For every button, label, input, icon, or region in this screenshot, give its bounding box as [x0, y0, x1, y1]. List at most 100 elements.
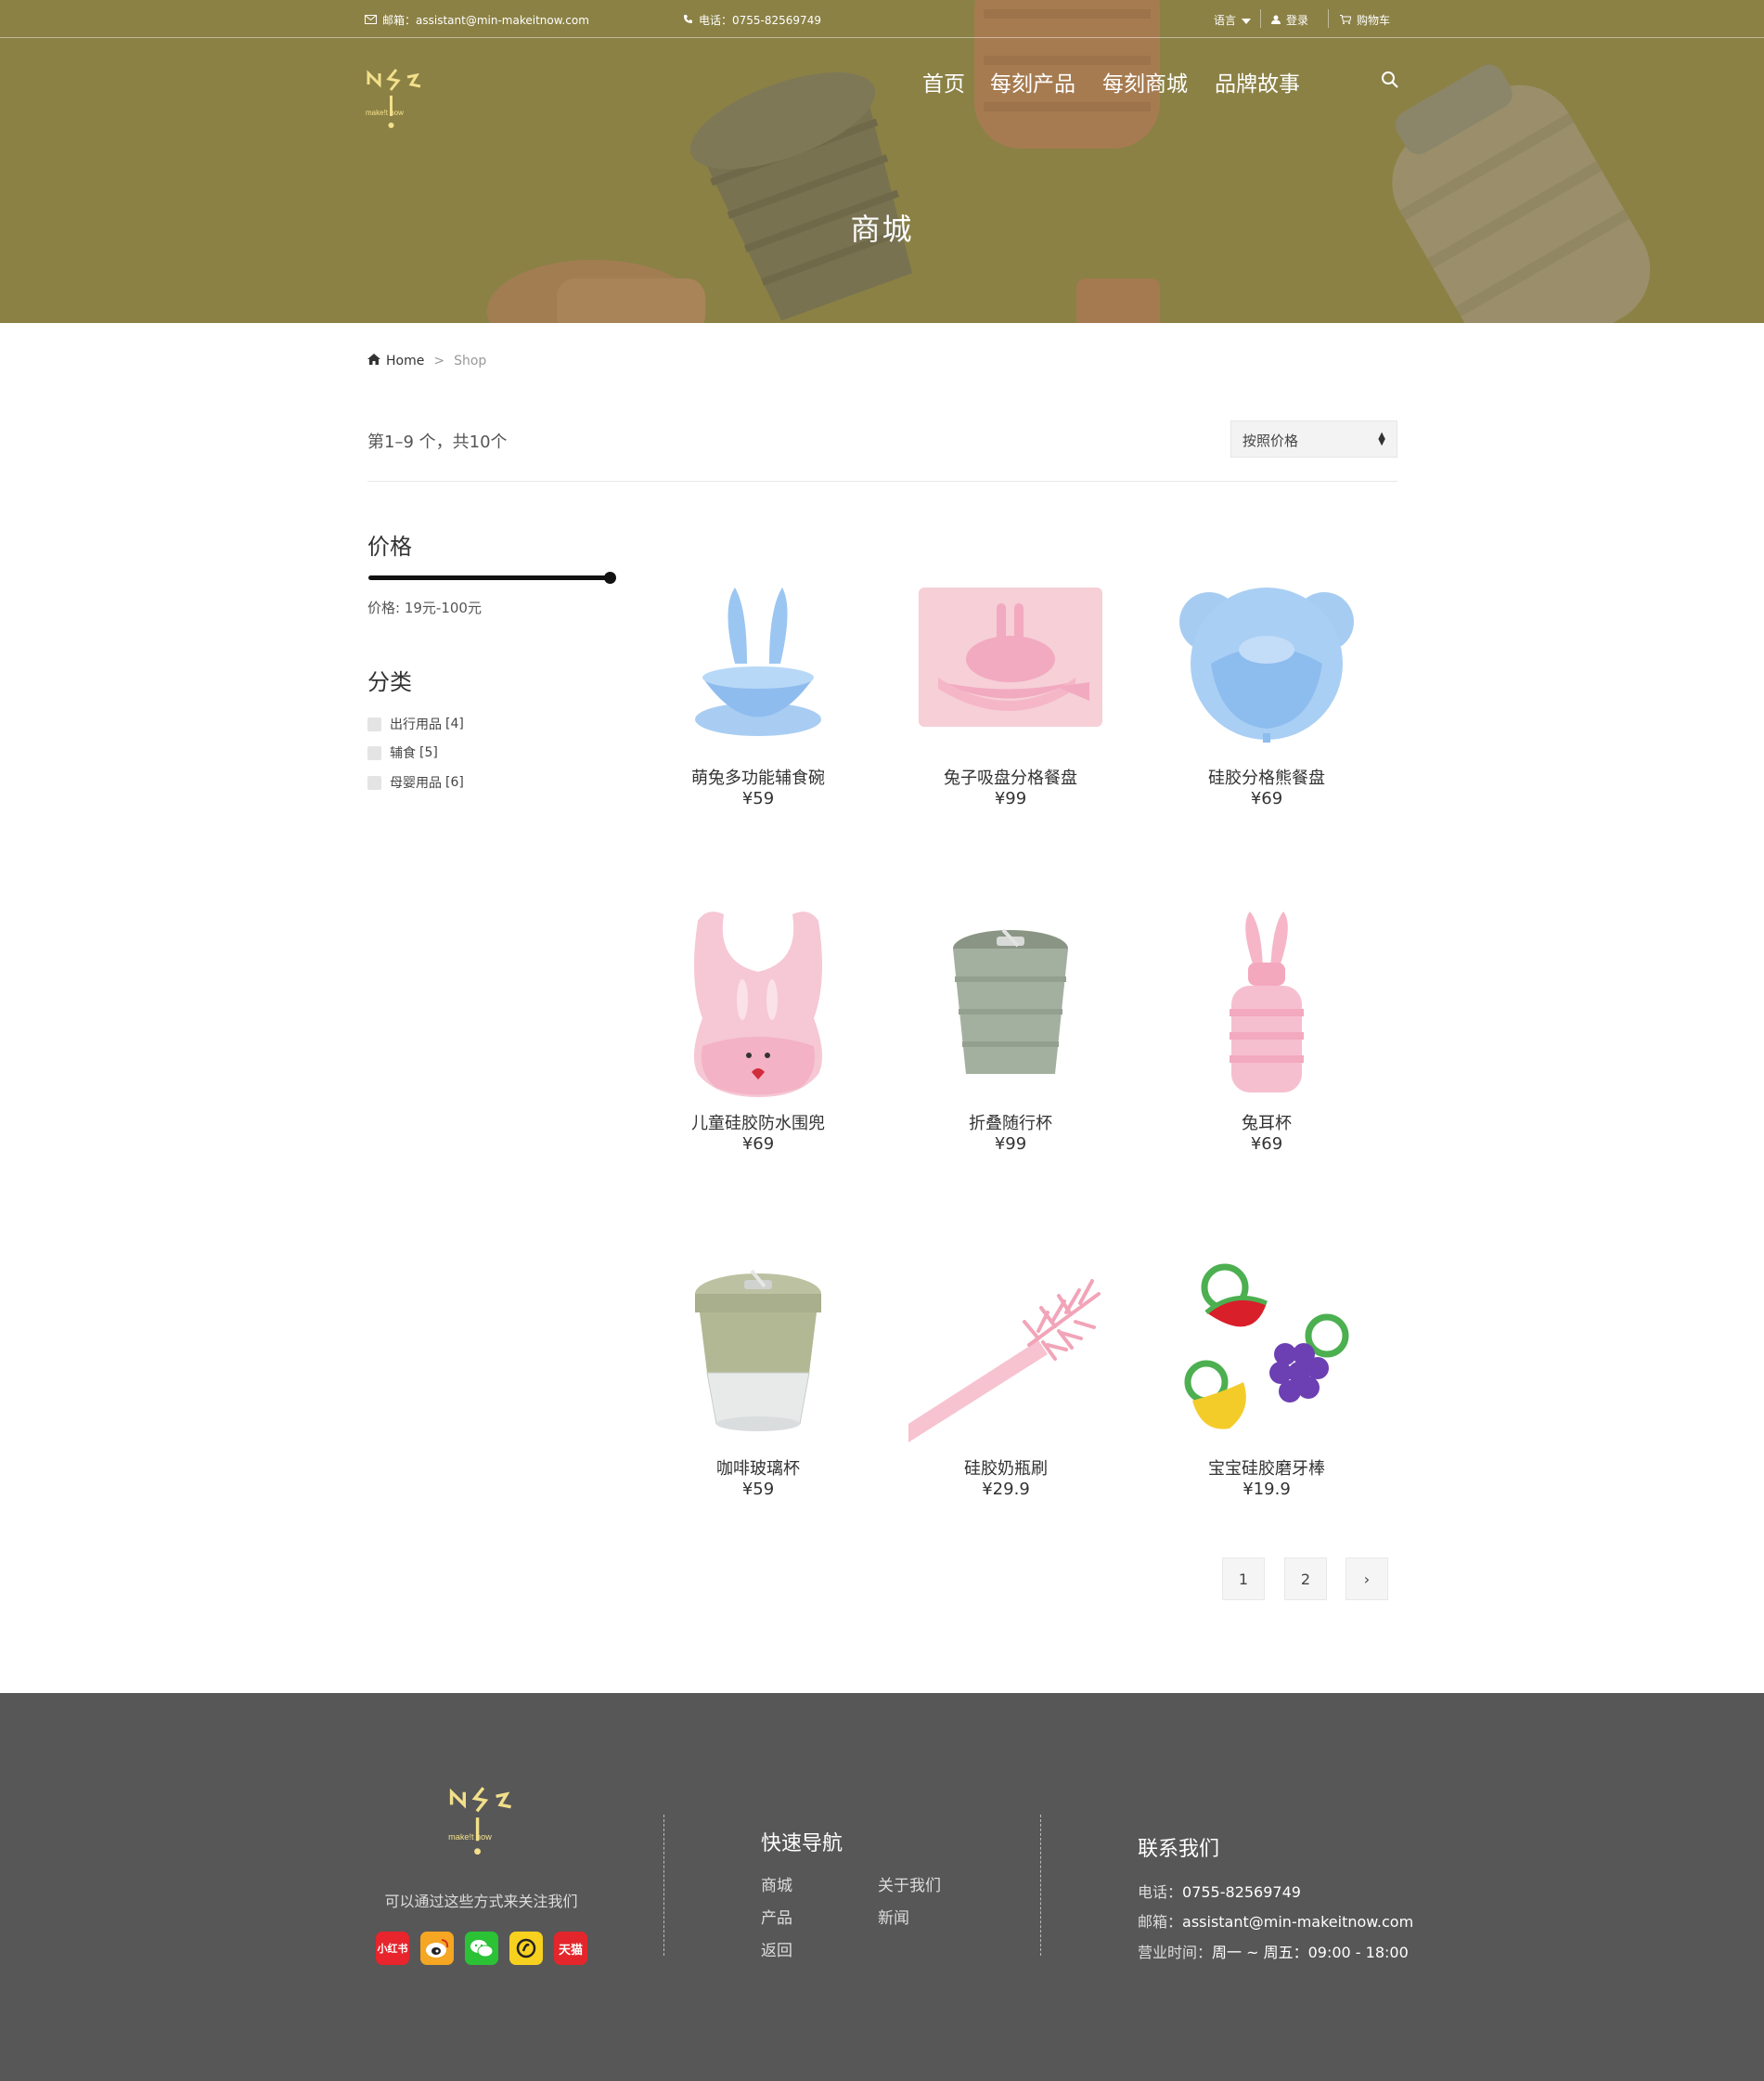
- product-image[interactable]: [1157, 557, 1376, 761]
- wechat-icon[interactable]: [465, 1932, 498, 1965]
- xiaohongshu-icon[interactable]: 小红书: [376, 1932, 409, 1965]
- weibo-icon[interactable]: [420, 1932, 454, 1965]
- login-label: 登录: [1286, 14, 1309, 27]
- top-email[interactable]: 邮箱： assistant@min-makeitnow.com: [365, 12, 589, 28]
- product-name[interactable]: 硅胶奶瓶刷: [896, 1455, 1115, 1480]
- product-image[interactable]: [896, 1247, 1115, 1452]
- footer-link-news[interactable]: 新闻: [878, 1905, 909, 1928]
- product-image[interactable]: [901, 902, 1120, 1106]
- product-price: ¥69: [1250, 1134, 1283, 1154]
- product-image[interactable]: [649, 902, 868, 1106]
- product-name[interactable]: 萌兔多功能辅食碗: [649, 765, 868, 789]
- nav-shop[interactable]: 每刻商城: [1102, 66, 1188, 97]
- logo-wordmark: make!t now: [366, 109, 404, 117]
- search-icon[interactable]: [1381, 71, 1399, 93]
- product-name[interactable]: 折叠随行杯: [901, 1110, 1120, 1134]
- footer-link-products[interactable]: 产品: [761, 1905, 792, 1928]
- product-name[interactable]: 咖啡玻璃杯: [649, 1455, 868, 1480]
- product-card[interactable]: 硅胶奶瓶刷 ¥29.9: [896, 1247, 1115, 1499]
- result-count: 第1–9 个，共10个: [367, 433, 508, 452]
- category-count: [5]: [419, 745, 438, 760]
- contact-phone-label: 电话：: [1138, 1883, 1183, 1901]
- product-price: ¥19.9: [1243, 1480, 1291, 1499]
- user-icon: [1271, 14, 1281, 27]
- product-card[interactable]: 折叠随行杯 ¥99: [901, 902, 1120, 1154]
- product-image[interactable]: [649, 1247, 868, 1452]
- footer-link-about[interactable]: 关于我们: [878, 1872, 941, 1895]
- product-price: ¥59: [741, 789, 775, 808]
- category-item[interactable]: 母婴用品 [6]: [367, 773, 464, 792]
- category-item[interactable]: 辅食 [5]: [367, 743, 438, 762]
- brand-logo[interactable]: make!t now: [365, 68, 430, 138]
- product-image[interactable]: [649, 557, 868, 761]
- footer-link-shop[interactable]: 商城: [761, 1872, 792, 1895]
- cart-icon: [1340, 14, 1352, 27]
- product-image[interactable]: [1157, 902, 1376, 1106]
- contact-email-label: 邮箱：: [1138, 1913, 1183, 1931]
- product-card[interactable]: 兔耳杯 ¥69: [1157, 902, 1376, 1154]
- price-filter-title: 价格: [367, 534, 412, 560]
- top-phone[interactable]: 电话： 0755-82569749: [683, 12, 821, 28]
- contact-hours: 营业时间：周一 ~ 周五：09:00 - 18:00: [1138, 1940, 1409, 1962]
- tmall-icon[interactable]: 天猫: [554, 1932, 587, 1965]
- breadcrumb: Home > Shop: [367, 354, 486, 368]
- breadcrumb-home[interactable]: Home: [386, 354, 424, 368]
- language-label: 语言: [1214, 14, 1237, 27]
- sort-select[interactable]: 按照价格 ▲ ▼: [1230, 420, 1397, 458]
- footer-logo[interactable]: make!t now: [447, 1782, 521, 1869]
- contact-phone: 电话：0755-82569749: [1138, 1880, 1301, 1902]
- page-2-button[interactable]: 2: [1284, 1558, 1327, 1600]
- product-price: ¥69: [1250, 789, 1283, 808]
- douyin-icon[interactable]: [509, 1932, 543, 1965]
- nav-home[interactable]: 首页: [922, 66, 965, 97]
- top-phone-value: 0755-82569749: [732, 13, 821, 27]
- toolbar-divider: [367, 481, 1397, 482]
- product-name[interactable]: 硅胶分格熊餐盘: [1157, 765, 1376, 789]
- next-page-button[interactable]: ›: [1346, 1558, 1388, 1600]
- breadcrumb-current: Shop: [454, 354, 487, 368]
- product-name[interactable]: 兔耳杯: [1157, 1110, 1376, 1134]
- cart-link[interactable]: 购物车: [1340, 12, 1390, 28]
- product-name[interactable]: 儿童硅胶防水围兜: [649, 1110, 868, 1134]
- hero-banner: 邮箱： assistant@min-makeitnow.com 电话： 0755-8…: [0, 0, 1764, 323]
- product-name[interactable]: 兔子吸盘分格餐盘: [901, 765, 1120, 789]
- price-range-value: 19元-100元: [404, 600, 482, 616]
- footer-link-back[interactable]: 返回: [761, 1937, 792, 1960]
- product-image[interactable]: [1157, 1247, 1376, 1452]
- product-card[interactable]: 咖啡玻璃杯 ¥59: [649, 1247, 868, 1499]
- caret-down-icon: [1242, 14, 1252, 27]
- category-checkbox[interactable]: [367, 717, 381, 731]
- contact-us-title: 联系我们: [1138, 1838, 1220, 1861]
- language-switcher[interactable]: 语言: [1214, 12, 1252, 28]
- category-item[interactable]: 出行用品 [4]: [367, 715, 464, 733]
- product-card[interactable]: 兔子吸盘分格餐盘 ¥99: [901, 557, 1120, 808]
- main-navigation: make!t now 首页 每刻产品 每刻商城 品牌故事: [0, 38, 1764, 159]
- category-checkbox[interactable]: [367, 745, 381, 760]
- contact-email-value[interactable]: assistant@min-makeitnow.com: [1182, 1913, 1413, 1931]
- price-slider-track[interactable]: [368, 575, 612, 580]
- footer-divider: [663, 1815, 664, 1956]
- product-card[interactable]: 硅胶分格熊餐盘 ¥69: [1157, 557, 1376, 808]
- nav-products[interactable]: 每刻产品: [990, 66, 1075, 97]
- price-slider-handle[interactable]: [604, 572, 616, 584]
- sort-selected-value: 按照价格: [1243, 433, 1299, 449]
- contact-hours-label: 营业时间：: [1138, 1944, 1213, 1961]
- top-phone-label: 电话：: [699, 14, 733, 27]
- topbar-divider: [1328, 9, 1329, 28]
- page-1-button[interactable]: 1: [1222, 1558, 1265, 1600]
- product-name[interactable]: 宝宝硅胶磨牙棒: [1157, 1455, 1376, 1480]
- contact-phone-value[interactable]: 0755-82569749: [1182, 1883, 1301, 1901]
- category-checkbox[interactable]: [367, 775, 381, 790]
- login-link[interactable]: 登录: [1271, 12, 1308, 28]
- product-card[interactable]: 宝宝硅胶磨牙棒 ¥19.9: [1157, 1247, 1376, 1499]
- product-card[interactable]: 儿童硅胶防水围兜 ¥69: [649, 902, 868, 1154]
- contact-email: 邮箱：assistant@min-makeitnow.com: [1138, 1909, 1413, 1932]
- top-bar: 邮箱： assistant@min-makeitnow.com 电话： 0755-8…: [0, 0, 1764, 38]
- product-image[interactable]: [901, 557, 1120, 761]
- category-label: 辅食: [390, 746, 416, 761]
- footer-divider: [1040, 1815, 1041, 1956]
- product-card[interactable]: 萌兔多功能辅食碗 ¥59: [649, 557, 868, 808]
- follow-us-text: 可以通过这些方式来关注我们: [384, 1893, 578, 1910]
- category-label: 母婴用品: [390, 776, 442, 791]
- nav-brand-story[interactable]: 品牌故事: [1215, 66, 1300, 97]
